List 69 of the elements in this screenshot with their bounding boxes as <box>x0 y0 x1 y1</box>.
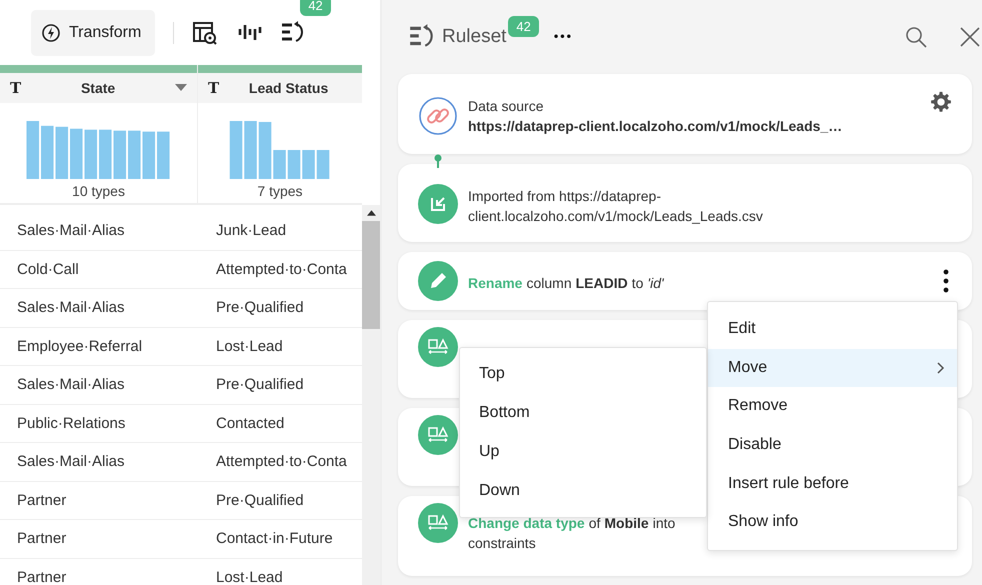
rule-text: LEADID <box>576 274 628 293</box>
search-icon[interactable] <box>904 25 928 49</box>
rule-text: column <box>526 274 572 293</box>
column-header[interactable]: State <box>27 80 169 96</box>
rule-count-badge: 42 <box>508 16 539 36</box>
table-cell-text: Partner <box>16 492 68 509</box>
kebab-menu-icon[interactable] <box>943 269 949 293</box>
table-cell-text: Lost·Lead <box>215 338 284 355</box>
rule-text: Data source <box>468 97 544 116</box>
settings-icon[interactable] <box>930 91 952 113</box>
scrollbar[interactable] <box>362 205 380 585</box>
table-cell-text: Pre·Qualified <box>215 376 305 394</box>
panel-title: Ruleset <box>442 26 506 48</box>
table-cell-text: Pre·Qualified <box>215 299 305 316</box>
table-cell-text: Sales·Mail·Alias <box>16 299 126 316</box>
shapes-icon <box>418 503 458 543</box>
menu-item[interactable]: Edit <box>708 310 957 349</box>
table-cell-text: Employee·Referral <box>16 338 144 355</box>
table-cell-text: Attempted·to·Conta <box>215 260 348 278</box>
rule-text: Rename <box>468 274 522 293</box>
type-count: 10 types <box>72 183 125 199</box>
pencil-icon <box>418 261 458 301</box>
menu-item[interactable]: Disable <box>708 426 957 464</box>
table-cell-text: Lost·Lead <box>215 568 284 585</box>
transform-button[interactable]: Transform <box>31 10 156 56</box>
table-cell-text: Contact·in·Future <box>215 530 334 548</box>
menu-item[interactable]: Up <box>460 432 706 472</box>
table-cell-text: Pre·Qualified <box>215 492 305 509</box>
scroll-up-icon[interactable] <box>366 210 376 216</box>
dropdown-caret-icon[interactable] <box>175 84 187 92</box>
table-cell-text: Partner <box>16 530 68 548</box>
rule-text: https://dataprep-client.localzoho.com/v1/mock/Leads_… <box>468 117 842 136</box>
menu-item[interactable]: Top <box>460 355 706 394</box>
menu-item[interactable]: Bottom <box>460 394 706 433</box>
rule-text: 'id' <box>647 274 664 293</box>
text-type-icon: T <box>10 79 22 97</box>
table-cell-text: Sales·Mail·Alias <box>16 376 126 394</box>
table-cell-text: Junk·Lead <box>215 222 288 240</box>
more-button[interactable]: ••• <box>552 32 572 42</box>
close-icon[interactable] <box>958 25 982 49</box>
table-cell-text: Contacted <box>215 414 286 432</box>
table-cell-text: Public·Relations <box>16 414 126 432</box>
table-cell-text: Sales·Mail·Alias <box>16 453 126 470</box>
rule-card[interactable]: Data source https://dataprep-client.localzoho.com/v1/mock/Leads_… <box>398 74 972 154</box>
text-type-icon: T <box>208 79 220 97</box>
rule-text: into <box>652 514 676 533</box>
import-icon <box>418 184 458 224</box>
rule-text: of <box>588 514 600 533</box>
table-cell-text: Cold·Call <box>16 260 80 278</box>
rule-text: client.localzoho.com/v1/mock/Leads_Leads.csv <box>468 207 763 226</box>
table-cell-text: Partner <box>16 568 68 585</box>
menu-item[interactable]: Show info <box>708 502 957 542</box>
rule-card[interactable]: Imported from https://dataprep- client.localzoho.com/v1/mock/Leads_Leads.csv <box>398 164 972 242</box>
menu-item[interactable]: Move <box>708 348 957 388</box>
type-count: 7 types <box>257 183 303 199</box>
rule-card[interactable]: Rename column LEADID to 'id' <box>398 252 972 310</box>
menu-item[interactable]: Remove <box>708 387 957 426</box>
lightning-icon <box>41 22 61 42</box>
rule-text: constraints <box>468 534 536 553</box>
rule-text: to <box>632 274 644 293</box>
column-header[interactable]: Lead Status <box>225 80 352 96</box>
link-icon <box>418 96 458 136</box>
table-cell-text: Sales·Mail·Alias <box>16 222 126 240</box>
rule-text: Change data type <box>468 514 585 533</box>
rule-text: Imported from https://dataprep- <box>468 187 661 206</box>
table-search-icon[interactable] <box>192 20 218 46</box>
table-cell-text: Attempted·to·Conta <box>215 453 348 470</box>
rule-text: Mobile <box>604 514 649 533</box>
rule-count-badge: 42 <box>300 0 331 16</box>
